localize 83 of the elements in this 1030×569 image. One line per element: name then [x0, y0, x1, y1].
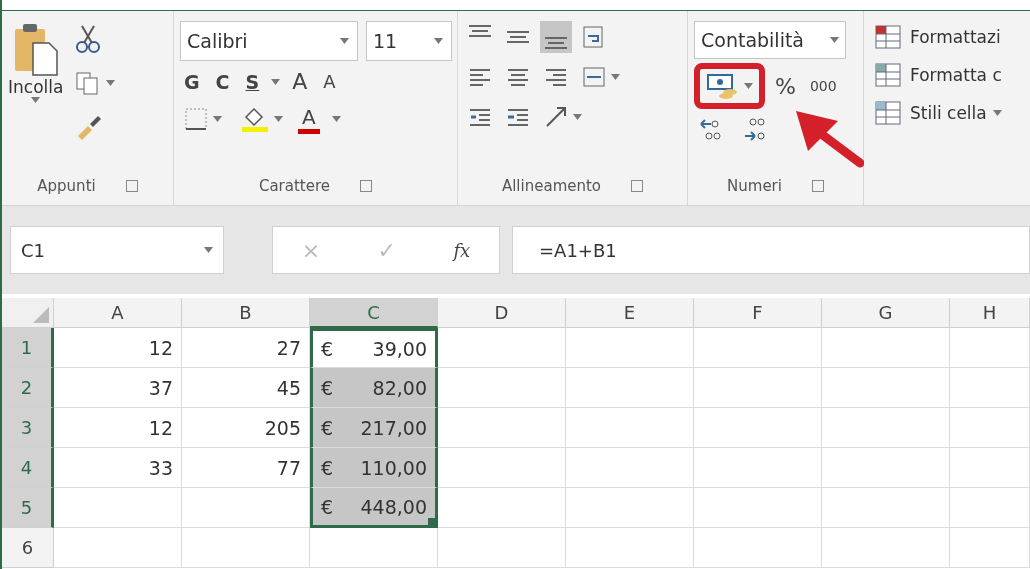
table-cell: 33: [54, 448, 182, 488]
row-header[interactable]: 4: [2, 448, 54, 488]
styles-button[interactable]: Stili cella: [874, 97, 1002, 129]
font-color-button[interactable]: A: [298, 104, 320, 134]
table-cell: € 217,00: [310, 408, 438, 448]
border-icon: [183, 106, 209, 132]
accounting-format-button[interactable]: [694, 63, 765, 109]
caret-icon: [204, 247, 213, 253]
caret-icon: [331, 116, 341, 122]
caret-icon: [274, 116, 283, 122]
group-label: Numeri: [727, 177, 782, 195]
paste-label: Incolla: [8, 77, 64, 97]
table-cell: € 82,00: [310, 368, 438, 408]
italic-button[interactable]: C: [211, 68, 234, 95]
caret-icon: [434, 38, 443, 44]
paste-button[interactable]: Incolla: [8, 21, 64, 173]
table-cell: 37: [54, 368, 182, 408]
caret-icon: [31, 97, 41, 103]
column-header[interactable]: G: [822, 298, 950, 328]
table-cell: 27: [182, 328, 310, 368]
grow-font-button[interactable]: A: [288, 67, 312, 96]
caret-icon: [992, 110, 1002, 116]
row-header[interactable]: 5: [2, 488, 54, 528]
group-label: Appunti: [37, 177, 96, 195]
column-header[interactable]: H: [950, 298, 1030, 328]
caret-icon: [744, 83, 753, 89]
column-header[interactable]: E: [566, 298, 694, 328]
launcher-icon[interactable]: [125, 180, 138, 192]
row-header[interactable]: 6: [2, 528, 54, 568]
fill-handle[interactable]: [428, 518, 436, 526]
row-header[interactable]: 1: [2, 328, 54, 368]
scissors-icon: [74, 24, 103, 54]
caret-icon: [830, 37, 839, 43]
column-header[interactable]: C: [310, 298, 438, 328]
column-header[interactable]: D: [438, 298, 566, 328]
launcher-icon[interactable]: [360, 180, 373, 192]
table-cell: 205: [182, 408, 310, 448]
table-style-icon: [874, 23, 904, 51]
table-style-icon: [874, 61, 904, 89]
table-cell: 12: [54, 328, 182, 368]
launcher-icon[interactable]: [631, 180, 644, 192]
formula-field[interactable]: =A1+B1: [512, 226, 1030, 274]
caret-icon: [106, 80, 116, 86]
thousands-button[interactable]: 000: [805, 76, 841, 96]
caret-icon: [340, 38, 349, 44]
underline-button[interactable]: S: [241, 68, 264, 95]
align-button[interactable]: [540, 21, 572, 53]
caret-icon: [271, 78, 281, 85]
table-cell: 45: [182, 368, 310, 408]
styles-button[interactable]: Formatta c: [874, 59, 1002, 91]
font-name-dropdown[interactable]: Calibri: [180, 21, 358, 61]
table-cell: 77: [182, 448, 310, 488]
launcher-icon[interactable]: [811, 180, 824, 192]
row-header[interactable]: 2: [2, 368, 54, 408]
name-box[interactable]: C1: [10, 226, 224, 274]
corner-triangle-icon: [33, 307, 49, 323]
column-header[interactable]: F: [694, 298, 822, 328]
group-label: Carattere: [258, 177, 331, 195]
caret-icon: [213, 116, 222, 122]
font-size-dropdown[interactable]: 11: [366, 21, 452, 61]
caret-icon: [611, 74, 620, 80]
percent-button[interactable]: %: [771, 71, 800, 101]
merge-icon: [581, 64, 607, 90]
group-label: Allineamento: [501, 177, 602, 195]
caret-icon: [573, 114, 582, 120]
align-icon: [469, 25, 491, 37]
table-cell: 12: [54, 408, 182, 448]
number-format-dropdown[interactable]: Contabilità: [694, 21, 846, 59]
shrink-font-button[interactable]: A: [319, 69, 340, 94]
table-cell: € 110,00: [310, 448, 438, 488]
table-cell: € 448,00: [310, 488, 438, 528]
column-header[interactable]: A: [54, 298, 182, 328]
align-icon: [545, 37, 567, 49]
insert-function-button[interactable]: fx: [447, 238, 477, 262]
money-icon: [706, 73, 740, 99]
table-style-icon: [874, 99, 904, 127]
column-header[interactable]: B: [182, 298, 310, 328]
bold-button[interactable]: G: [180, 68, 204, 95]
row-header[interactable]: 3: [2, 408, 54, 448]
table-cell: € 39,00: [310, 328, 438, 368]
styles-button[interactable]: Formattazi: [874, 21, 1001, 53]
paint-bucket-icon: [240, 105, 270, 133]
align-icon: [507, 31, 529, 43]
